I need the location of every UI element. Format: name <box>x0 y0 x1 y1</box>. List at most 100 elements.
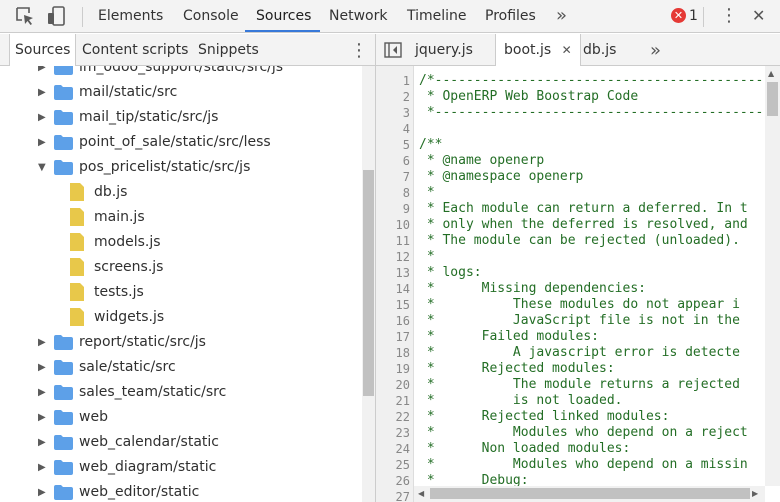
navigator-tab-content-scripts[interactable]: Content scripts <box>82 34 188 65</box>
tree-folder[interactable]: ▶ mail/static/src <box>0 80 362 105</box>
code-line[interactable]: 9 * Each module can return a deferred. I… <box>376 201 780 217</box>
navigator-tab-sources[interactable]: Sources <box>9 34 77 66</box>
tree-folder[interactable]: ▶ web <box>0 405 362 430</box>
more-tabs-icon[interactable]: » <box>556 0 567 32</box>
code-line[interactable]: 4 <box>376 121 780 137</box>
error-count[interactable]: 1 <box>689 0 698 32</box>
code-editor[interactable]: 1 /*-------------------------------------… <box>376 66 780 502</box>
line-number[interactable]: 22 <box>376 409 410 425</box>
collapsed-arrow-icon[interactable]: ▶ <box>38 137 46 149</box>
editor-vertical-scrollbar[interactable] <box>765 66 780 486</box>
code-line[interactable]: 2 * OpenERP Web Boostrap Code <box>376 89 780 105</box>
navigator-tab-snippets[interactable]: Snippets <box>198 34 259 65</box>
tree-file[interactable]: main.js <box>0 205 362 230</box>
code-line[interactable]: 24 * Non loaded modules: <box>376 441 780 457</box>
line-number[interactable]: 17 <box>376 329 410 345</box>
tree-file[interactable]: widgets.js <box>0 305 362 330</box>
navigator-menu-icon[interactable]: ⋮ <box>350 34 368 65</box>
toggle-navigator-icon[interactable] <box>384 42 402 58</box>
editor-vertical-scrollbar-thumb[interactable] <box>767 82 778 116</box>
code-line[interactable]: 1 /*-------------------------------------… <box>376 73 780 89</box>
customize-menu-icon[interactable]: ⋮ <box>720 0 738 32</box>
close-tab-icon[interactable]: ✕ <box>562 43 572 57</box>
collapsed-arrow-icon[interactable]: ▶ <box>38 87 46 99</box>
code-line[interactable]: 13 * logs: <box>376 265 780 281</box>
line-number[interactable]: 11 <box>376 233 410 249</box>
close-devtools-icon[interactable]: ✕ <box>752 0 765 32</box>
tree-folder[interactable]: ▶ im_odoo_support/static/src/js <box>0 66 362 80</box>
code-line[interactable]: 12 * <box>376 249 780 265</box>
tab-elements[interactable]: Elements <box>98 0 163 32</box>
tree-folder[interactable]: ▶ web_calendar/static <box>0 430 362 455</box>
tree-file[interactable]: models.js <box>0 230 362 255</box>
navigator-scrollbar-thumb[interactable] <box>363 170 374 396</box>
collapsed-arrow-icon[interactable]: ▶ <box>38 412 46 424</box>
tree-folder[interactable]: ▶ report/static/src/js <box>0 330 362 355</box>
code-line[interactable]: 3 *-------------------------------------… <box>376 105 780 121</box>
line-number[interactable]: 24 <box>376 441 410 457</box>
line-number[interactable]: 12 <box>376 249 410 265</box>
scroll-left-icon[interactable]: ◀ <box>418 490 424 498</box>
tab-timeline[interactable]: Timeline <box>407 0 467 32</box>
tree-folder[interactable]: ▶ mail_tip/static/src/js <box>0 105 362 130</box>
code-line[interactable]: 23 * Modules who depend on a reject <box>376 425 780 441</box>
collapsed-arrow-icon[interactable]: ▶ <box>38 66 46 74</box>
line-number[interactable]: 13 <box>376 265 410 281</box>
code-line[interactable]: 5 /** <box>376 137 780 153</box>
collapsed-arrow-icon[interactable]: ▶ <box>38 462 46 474</box>
line-number[interactable]: 5 <box>376 137 410 153</box>
line-number[interactable]: 26 <box>376 473 410 489</box>
tree-folder[interactable]: ▶ web_editor/static <box>0 480 362 502</box>
line-number[interactable]: 15 <box>376 297 410 313</box>
line-number[interactable]: 6 <box>376 153 410 169</box>
tab-sources[interactable]: Sources <box>256 0 311 32</box>
tree-folder[interactable]: ▼ pos_pricelist/static/src/js <box>0 155 362 180</box>
collapsed-arrow-icon[interactable]: ▶ <box>38 112 46 124</box>
line-number[interactable]: 1 <box>376 73 410 89</box>
line-number[interactable]: 3 <box>376 105 410 121</box>
editor-tab-boot[interactable]: boot.js ✕ <box>495 34 581 66</box>
collapsed-arrow-icon[interactable]: ▶ <box>38 387 46 399</box>
expanded-arrow-icon[interactable]: ▼ <box>38 162 46 174</box>
code-line[interactable]: 19 * Rejected modules: <box>376 361 780 377</box>
code-line[interactable]: 11 * The module can be rejected (unloade… <box>376 233 780 249</box>
tab-console[interactable]: Console <box>183 0 239 32</box>
tree-folder[interactable]: ▶ web_diagram/static <box>0 455 362 480</box>
tab-profiles[interactable]: Profiles <box>485 0 536 32</box>
line-number[interactable]: 19 <box>376 361 410 377</box>
code-line[interactable]: 10 * only when the deferred is resolved,… <box>376 217 780 233</box>
collapsed-arrow-icon[interactable]: ▶ <box>38 437 46 449</box>
line-number[interactable]: 9 <box>376 201 410 217</box>
editor-tab-jquery[interactable]: jquery.js <box>415 34 473 65</box>
scroll-up-icon[interactable]: ▲ <box>768 70 774 78</box>
code-line[interactable]: 17 * Failed modules: <box>376 329 780 345</box>
line-number[interactable]: 10 <box>376 217 410 233</box>
line-number[interactable]: 2 <box>376 89 410 105</box>
error-icon[interactable]: ✕ <box>671 8 686 23</box>
code-line[interactable]: 18 * A javascript error is detecte <box>376 345 780 361</box>
line-number[interactable]: 20 <box>376 377 410 393</box>
line-number[interactable]: 7 <box>376 169 410 185</box>
code-line[interactable]: 6 * @name openerp <box>376 153 780 169</box>
tree-file[interactable]: db.js <box>0 180 362 205</box>
code-line[interactable]: 21 * is not loaded. <box>376 393 780 409</box>
code-line[interactable]: 16 * JavaScript file is not in the <box>376 313 780 329</box>
code-line[interactable]: 25 * Modules who depend on a missin <box>376 457 780 473</box>
more-editor-tabs-icon[interactable]: » <box>650 34 661 65</box>
tree-folder[interactable]: ▶ sale/static/src <box>0 355 362 380</box>
scroll-right-icon[interactable]: ▶ <box>752 490 758 498</box>
line-number[interactable]: 16 <box>376 313 410 329</box>
tab-network[interactable]: Network <box>329 0 387 32</box>
editor-tab-db[interactable]: db.js <box>583 34 616 65</box>
collapsed-arrow-icon[interactable]: ▶ <box>38 337 46 349</box>
code-line[interactable]: 14 * Missing dependencies: <box>376 281 780 297</box>
code-line[interactable]: 7 * @namespace openerp <box>376 169 780 185</box>
line-number[interactable]: 4 <box>376 121 410 137</box>
line-number[interactable]: 14 <box>376 281 410 297</box>
code-line[interactable]: 20 * The module returns a rejected <box>376 377 780 393</box>
device-mode-icon[interactable] <box>46 5 68 27</box>
tree-folder[interactable]: ▶ point_of_sale/static/src/less <box>0 130 362 155</box>
inspect-element-icon[interactable] <box>14 5 36 27</box>
line-number[interactable]: 27 <box>376 489 410 502</box>
tree-file[interactable]: screens.js <box>0 255 362 280</box>
